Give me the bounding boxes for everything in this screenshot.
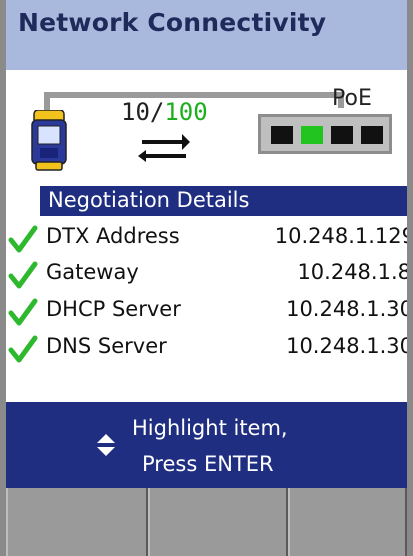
- row-value-gateway: 10.248.1.8: [297, 260, 411, 284]
- negotiation-details-header: Negotiation Details: [40, 186, 407, 216]
- switch-port-4: [361, 126, 383, 144]
- list-item[interactable]: DNS Server 10.248.1.30: [6, 330, 413, 366]
- poe-label: PoE: [332, 86, 372, 111]
- bidirectional-arrows-icon: [138, 134, 190, 162]
- row-label-gateway: Gateway: [46, 260, 139, 284]
- frame-border-right: [407, 0, 413, 556]
- check-icon: [8, 261, 38, 289]
- row-value-dhcp-server: 10.248.1.30: [286, 297, 413, 321]
- softkey-1[interactable]: [6, 488, 148, 556]
- check-icon: [8, 298, 38, 326]
- frame-border-left: [0, 0, 6, 556]
- screen: Network Connectivity 10/100 PoE Negotiat…: [0, 0, 413, 556]
- list-item[interactable]: DHCP Server 10.248.1.30: [6, 293, 413, 329]
- help-text-line1: Highlight item,: [132, 416, 288, 440]
- list-item[interactable]: Gateway 10.248.1.8: [6, 256, 411, 292]
- up-down-arrow-icon: [97, 434, 115, 456]
- switch-port-2-active: [301, 126, 323, 144]
- link-speed: 10/100: [121, 98, 208, 126]
- list-item[interactable]: DTX Address 10.248.1.129: [6, 220, 413, 256]
- row-label-dhcp-server: DHCP Server: [46, 297, 181, 321]
- help-text-line2: Press ENTER: [142, 452, 274, 476]
- poe-switch: [258, 114, 392, 154]
- row-label-dtx-address: DTX Address: [46, 224, 180, 248]
- row-value-dtx-address: 10.248.1.129: [274, 224, 413, 248]
- check-icon: [8, 335, 38, 363]
- handheld-tester-icon: [31, 110, 67, 171]
- row-label-dns-server: DNS Server: [46, 334, 167, 358]
- negotiation-details-title: Negotiation Details: [48, 188, 250, 212]
- title-bar: Network Connectivity: [0, 0, 413, 70]
- row-value-dns-server: 10.248.1.30: [286, 334, 413, 358]
- page-title: Network Connectivity: [18, 8, 327, 37]
- link-speed-active: 100: [164, 98, 208, 126]
- softkey-2[interactable]: [148, 488, 288, 556]
- softkey-3[interactable]: [288, 488, 407, 556]
- switch-port-3: [331, 126, 353, 144]
- help-panel: Highlight item, Press ENTER: [6, 402, 407, 488]
- switch-port-1: [271, 126, 293, 144]
- check-icon: [8, 225, 38, 253]
- link-speed-label: 10/: [121, 98, 165, 126]
- softkey-bar: [6, 488, 407, 556]
